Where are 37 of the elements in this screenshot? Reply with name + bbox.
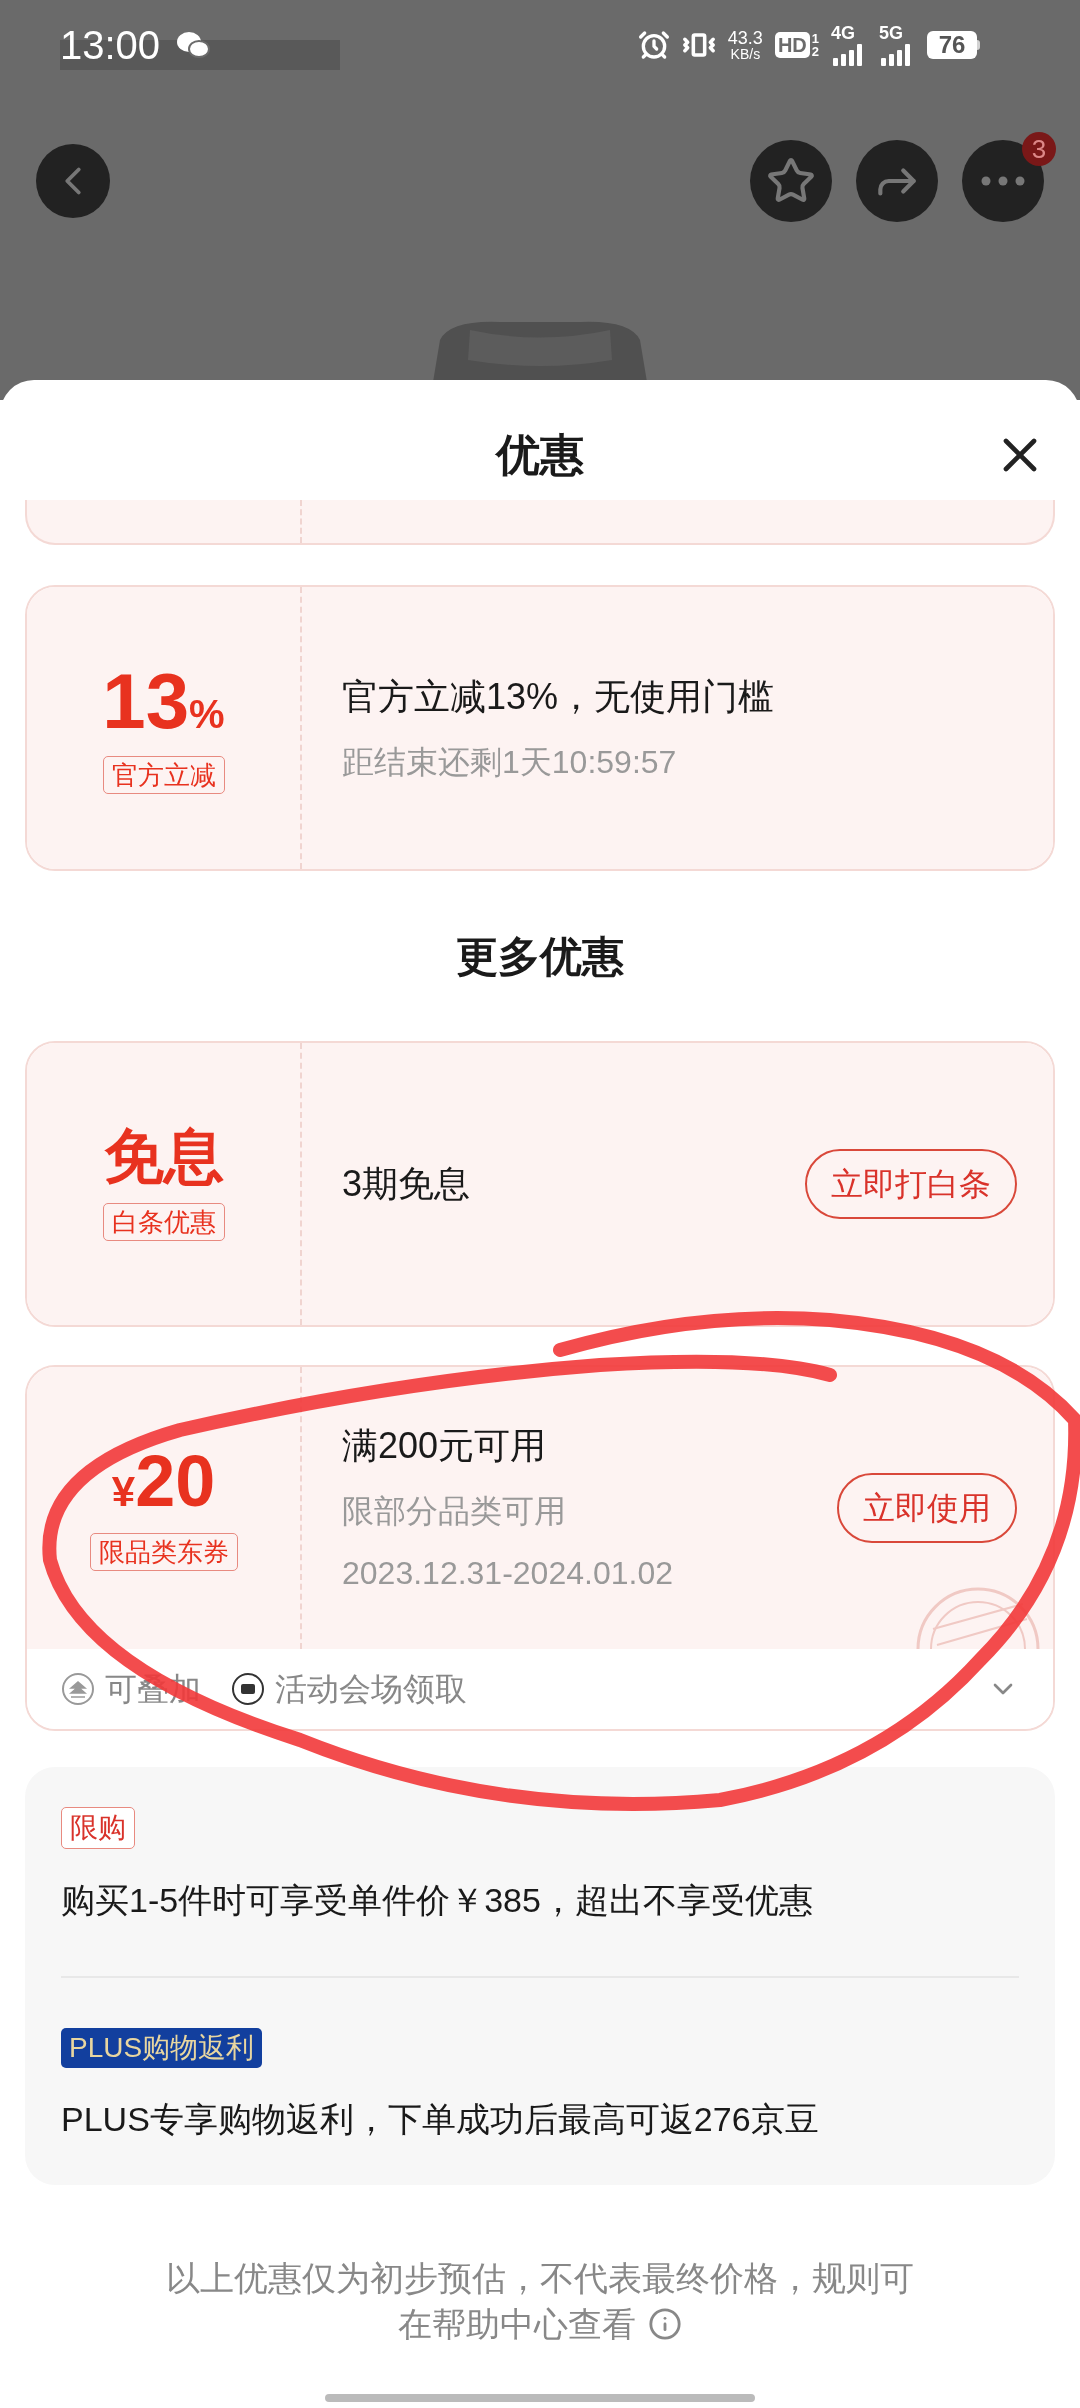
coupon-action-button[interactable]: 立即打白条 <box>805 1149 1017 1219</box>
chat-app-icon <box>176 31 211 59</box>
coupon-title: 3期免息 <box>342 1162 472 1206</box>
info-icon[interactable] <box>648 2307 682 2341</box>
section-title: 更多优惠 <box>456 931 624 982</box>
stack-icon <box>61 1672 95 1706</box>
sheet-title: 优惠 <box>496 429 584 481</box>
more-icon <box>981 176 1025 186</box>
battery-tip-icon <box>977 40 980 50</box>
network-type: 5G <box>879 24 903 42</box>
coupon-title: 官方立减13%，无使用门槛 <box>342 675 776 719</box>
disclaimer-text: 以上优惠仅为初步预估，不代表最终价格，规则可 <box>166 2258 914 2299</box>
hd-badge: HD <box>774 32 810 58</box>
coupon-detail: 2023.12.31-2024.01.02 <box>342 1554 674 1593</box>
coupon-tag: 限品类东券 <box>89 1533 238 1571</box>
network-type: 4G <box>831 24 855 42</box>
coupon-tag: 白条优惠 <box>102 1203 225 1241</box>
status-time: 13:00 <box>60 25 161 65</box>
alarm-icon <box>637 29 670 61</box>
coupon-action-button[interactable]: 立即使用 <box>837 1473 1017 1543</box>
info-text: 购买1-5件时可享受单件价￥385，超出不享受优惠 <box>61 1880 813 1921</box>
info-text: PLUS专享购物返利，下单成功后最高可返276京豆 <box>61 2099 819 2140</box>
coupon-detail: 限部分品类可用 <box>342 1492 567 1531</box>
coupon-tag: 官方立减 <box>102 756 225 794</box>
info-tag: PLUS购物返利 <box>61 2028 263 2068</box>
discount-value: 13% <box>102 662 225 740</box>
discount-value: 免息 <box>103 1127 224 1187</box>
disclaimer-text: 在帮助中心查看 <box>398 2304 636 2345</box>
coupon-detail: 距结束还剩1天10:59:57 <box>342 743 678 782</box>
network-speed: 43.3 KB/s <box>727 29 763 61</box>
ticket-icon <box>231 1672 265 1706</box>
sim-numbers: 1 2 <box>811 32 819 58</box>
discount-value: ¥20 <box>111 1445 216 1517</box>
info-tag: 限购 <box>61 1807 135 1849</box>
coupon-title: 满200元可用 <box>342 1424 548 1468</box>
coupon-feature: 活动会场领取 <box>275 1670 467 1709</box>
battery-level: 76 <box>927 31 977 59</box>
